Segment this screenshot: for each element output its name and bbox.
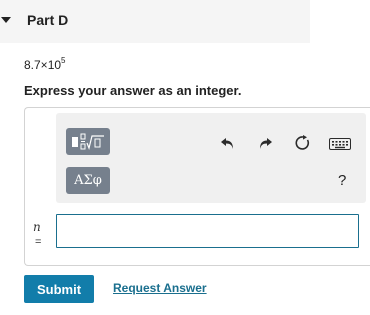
question-exponent: 5 [61, 56, 66, 65]
greek-symbols-button[interactable]: ΑΣφ [66, 167, 110, 194]
redo-icon[interactable] [258, 137, 272, 150]
request-answer-link[interactable]: Request Answer [113, 281, 207, 295]
question-mantissa: 8.7×10 [24, 58, 62, 72]
question-text: 8.7×105 [24, 56, 66, 72]
collapse-caret-icon[interactable] [1, 17, 11, 23]
part-header[interactable]: Part D [0, 0, 310, 43]
submit-button[interactable]: Submit [24, 275, 94, 303]
part-title: Part D [27, 12, 69, 28]
templates-button[interactable] [66, 128, 110, 155]
keyboard-icon[interactable] [329, 138, 351, 150]
answer-input[interactable] [56, 214, 359, 248]
answer-variable-label: n [33, 220, 41, 234]
reset-icon[interactable] [295, 135, 311, 151]
answer-equals-sign: = [35, 236, 42, 248]
templates-icon [72, 133, 104, 150]
math-toolbar: ΑΣφ ? [56, 113, 366, 203]
undo-icon[interactable] [221, 137, 235, 150]
answer-instruction: Express your answer as an integer. [24, 83, 242, 98]
help-button[interactable]: ? [338, 172, 346, 189]
